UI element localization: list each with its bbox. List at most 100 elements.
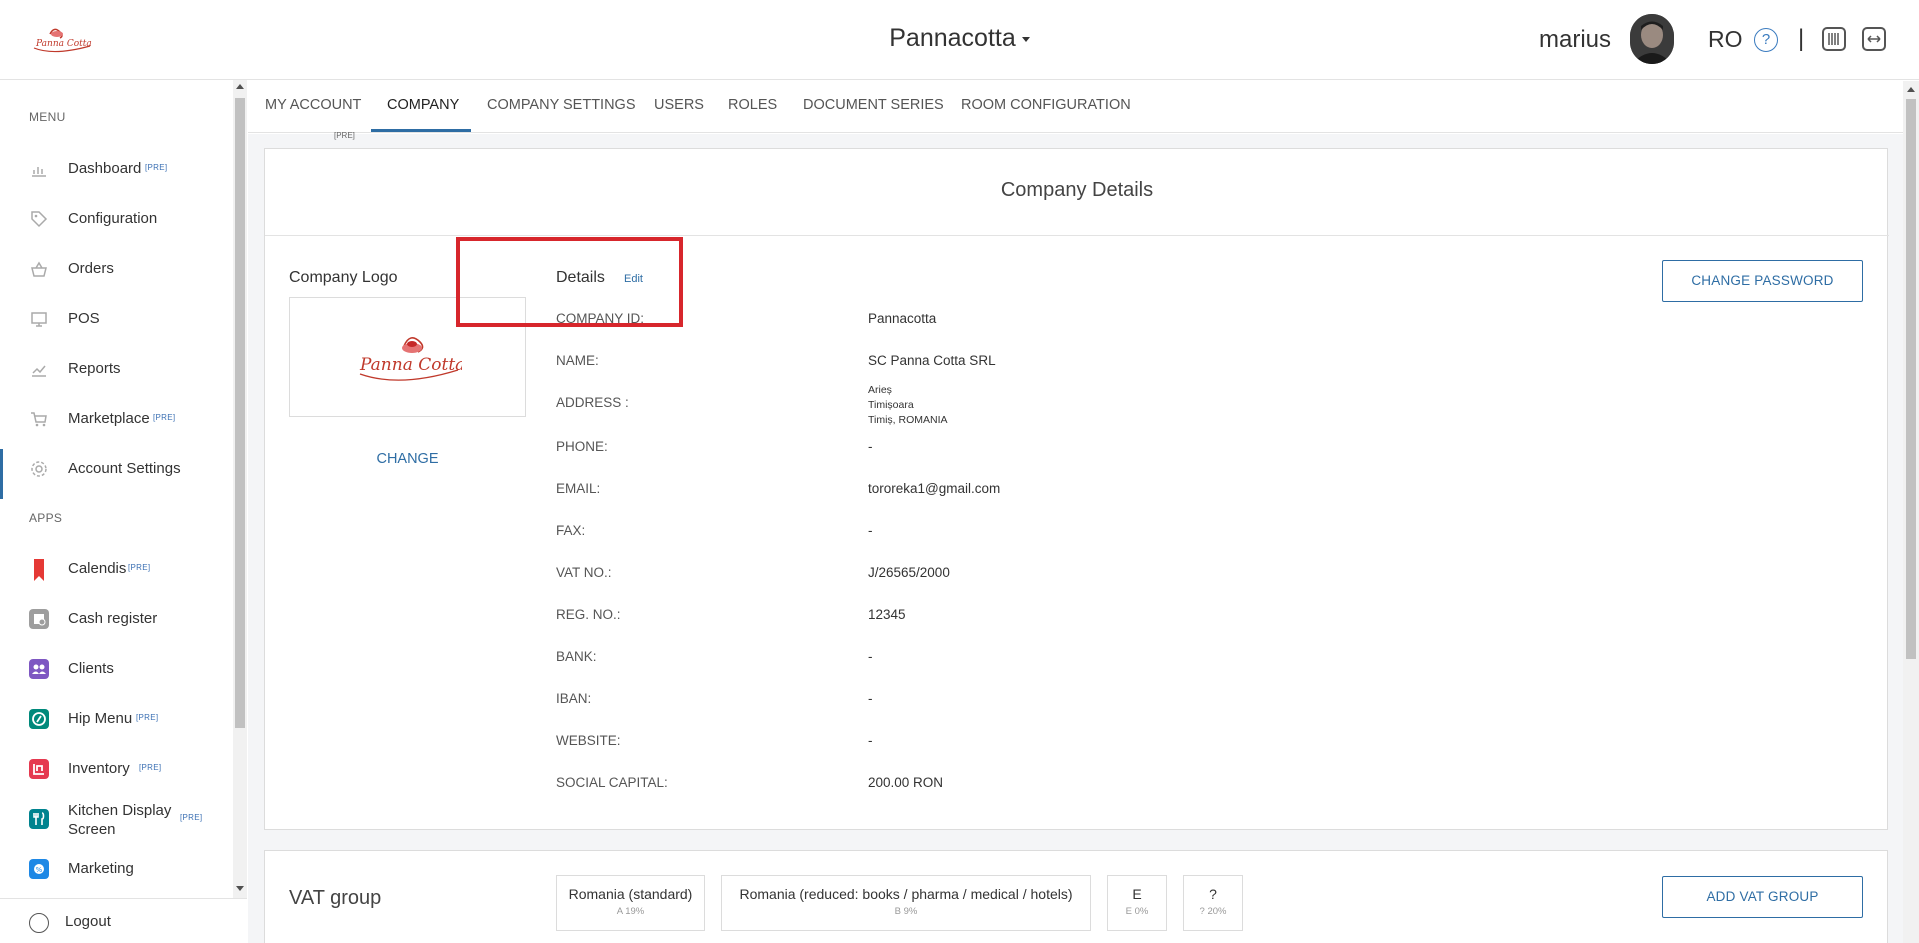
logout-button[interactable]: Logout bbox=[0, 898, 247, 943]
sidebar-item-label: Inventory bbox=[68, 760, 130, 777]
tab-company-settings[interactable]: COMPANY SETTINGS bbox=[487, 97, 636, 113]
change-logo-link[interactable]: CHANGE bbox=[289, 451, 526, 467]
sidebar-item-label: Calendis bbox=[68, 560, 127, 577]
field-value-reg-no: 12345 bbox=[868, 607, 906, 622]
scroll-up-arrow-icon[interactable] bbox=[236, 84, 244, 89]
caret-down-icon[interactable] bbox=[1021, 36, 1030, 42]
field-value-vat-no: J/26565/2000 bbox=[868, 565, 950, 580]
pre-badge: [PRE] bbox=[136, 713, 159, 722]
field-label-name: NAME: bbox=[556, 353, 599, 368]
company-logo[interactable]: Panna Cotta bbox=[30, 22, 94, 58]
pre-badge: [PRE] bbox=[128, 563, 151, 572]
inventory-icon bbox=[29, 759, 49, 779]
card-title: Company Details bbox=[1000, 179, 1154, 201]
vat-chip-name: Romania (standard) bbox=[568, 886, 693, 902]
divider bbox=[265, 235, 1889, 236]
sidebar-item-label: Dashboard bbox=[68, 160, 142, 177]
sidebar-item-label: Clients bbox=[68, 660, 114, 677]
pre-badge: [PRE] bbox=[180, 813, 203, 822]
clients-icon bbox=[29, 659, 49, 679]
sidebar-item-orders[interactable]: Orders bbox=[0, 249, 232, 289]
sidebar-app-marketing[interactable]: % Marketing bbox=[0, 849, 232, 889]
top-header: Panna Cotta Pannacotta marius RO ? | bbox=[0, 0, 1919, 80]
company-details-card: Company Details Company Logo Panna Cotta… bbox=[264, 148, 1889, 830]
vat-chip-rate: A 19% bbox=[616, 906, 645, 917]
sidebar-item-label: Configuration bbox=[68, 210, 158, 227]
fullscreen-icon[interactable] bbox=[1862, 27, 1886, 51]
address-line-city: Timișoara bbox=[868, 399, 914, 411]
vat-chip-name: ? bbox=[1209, 886, 1217, 902]
scroll-down-arrow-icon[interactable] bbox=[236, 886, 244, 891]
sidebar-menu: MENU Dashboard [PRE] Configuration Order… bbox=[0, 80, 232, 898]
vat-chip-e[interactable]: E E 0% bbox=[1107, 875, 1167, 931]
field-label-email: EMAIL: bbox=[556, 481, 601, 496]
sidebar-item-account-settings[interactable]: Account Settings bbox=[0, 449, 232, 499]
tag-icon bbox=[29, 209, 49, 229]
company-logo-title: Company Logo bbox=[289, 269, 398, 286]
sidebar-app-hip-menu[interactable]: Hip Menu [PRE] bbox=[0, 699, 232, 739]
language-selector[interactable]: RO bbox=[1708, 26, 1743, 53]
scroll-up-arrow-icon[interactable] bbox=[1907, 87, 1915, 92]
gear-icon bbox=[29, 459, 49, 479]
basket-icon bbox=[29, 259, 49, 279]
line-chart-icon bbox=[29, 359, 49, 379]
sidebar-item-label: Account Settings bbox=[68, 460, 181, 477]
field-label-address: ADDRESS : bbox=[556, 395, 629, 410]
vat-chip-standard[interactable]: Romania (standard) A 19% bbox=[556, 875, 705, 931]
vat-chip-reduced[interactable]: Romania (reduced: books / pharma / medic… bbox=[721, 875, 1091, 931]
sidebar-item-label: POS bbox=[68, 310, 100, 327]
field-value-email: tororeka1@gmail.com bbox=[868, 481, 1001, 496]
tab-my-account[interactable]: MY ACCOUNT bbox=[265, 97, 361, 113]
pre-badge: [PRE] bbox=[139, 763, 162, 772]
sidebar-item-reports[interactable]: Reports bbox=[0, 349, 232, 389]
field-label-iban: IBAN: bbox=[556, 691, 592, 706]
vat-chip-name: Romania (reduced: books / pharma / medic… bbox=[739, 886, 1073, 902]
svg-text:Panna Cotta: Panna Cotta bbox=[35, 39, 92, 49]
add-vat-group-button[interactable]: ADD VAT GROUP bbox=[1662, 876, 1863, 918]
restaurant-name[interactable]: Pannacotta bbox=[889, 24, 1016, 52]
bookmark-icon bbox=[29, 559, 49, 581]
sidebar-item-pos[interactable]: POS bbox=[0, 299, 232, 339]
apps-section-title: APPS bbox=[29, 511, 63, 525]
help-icon[interactable]: ? bbox=[1754, 28, 1778, 52]
pre-badge: [PRE] bbox=[334, 131, 355, 140]
sidebar-item-label: Cash register bbox=[68, 610, 158, 627]
bar-chart-icon bbox=[29, 159, 49, 179]
pre-badge: [PRE] bbox=[153, 413, 176, 422]
field-label-phone: PHONE: bbox=[556, 439, 608, 454]
change-password-button[interactable]: CHANGE PASSWORD bbox=[1662, 260, 1863, 302]
sidebar-app-calendis[interactable]: Calendis [PRE] bbox=[0, 549, 232, 589]
tab-document-series[interactable]: DOCUMENT SERIES bbox=[803, 97, 944, 113]
tab-users[interactable]: USERS bbox=[654, 97, 704, 113]
sidebar-item-marketplace[interactable]: Marketplace [PRE] bbox=[0, 399, 232, 439]
tab-roles[interactable]: ROLES bbox=[728, 97, 777, 113]
sidebar-app-clients[interactable]: Clients bbox=[0, 649, 232, 689]
main-scrollbar[interactable] bbox=[1903, 81, 1919, 943]
cash-register-icon bbox=[29, 609, 49, 629]
monitor-icon bbox=[29, 309, 49, 329]
field-value-phone: - bbox=[868, 439, 873, 454]
field-value-fax: - bbox=[868, 523, 873, 538]
field-value-bank: - bbox=[868, 649, 873, 664]
tab-company[interactable]: COMPANY bbox=[387, 97, 459, 113]
sidebar-app-kitchen-display[interactable]: Kitchen Display Screen [PRE] bbox=[0, 799, 232, 839]
sidebar-item-configuration[interactable]: Configuration bbox=[0, 199, 232, 239]
user-avatar[interactable] bbox=[1630, 14, 1674, 64]
scrollbar-thumb[interactable] bbox=[1906, 99, 1916, 659]
scrollbar-thumb[interactable] bbox=[235, 98, 245, 728]
sidebar-item-dashboard[interactable]: Dashboard [PRE] bbox=[0, 149, 232, 189]
hipmenu-icon bbox=[29, 709, 49, 729]
sidebar-item-label: Kitchen Display Screen bbox=[68, 802, 172, 838]
logout-icon bbox=[29, 913, 49, 933]
sidebar-item-label: Hip Menu bbox=[68, 710, 133, 727]
sidebar-item-label: Orders bbox=[68, 260, 114, 277]
vat-chip-unknown[interactable]: ? ? 20% bbox=[1183, 875, 1243, 931]
tab-room-configuration[interactable]: ROOM CONFIGURATION bbox=[961, 97, 1131, 113]
barcode-icon[interactable] bbox=[1822, 27, 1846, 51]
address-line-street: Arieș bbox=[868, 384, 892, 396]
sidebar-scrollbar[interactable] bbox=[233, 80, 247, 898]
user-name[interactable]: marius bbox=[1539, 26, 1611, 54]
field-label-bank: BANK: bbox=[556, 649, 597, 664]
sidebar-app-inventory[interactable]: Inventory [PRE] bbox=[0, 749, 232, 789]
sidebar-app-cash-register[interactable]: Cash register bbox=[0, 599, 232, 639]
